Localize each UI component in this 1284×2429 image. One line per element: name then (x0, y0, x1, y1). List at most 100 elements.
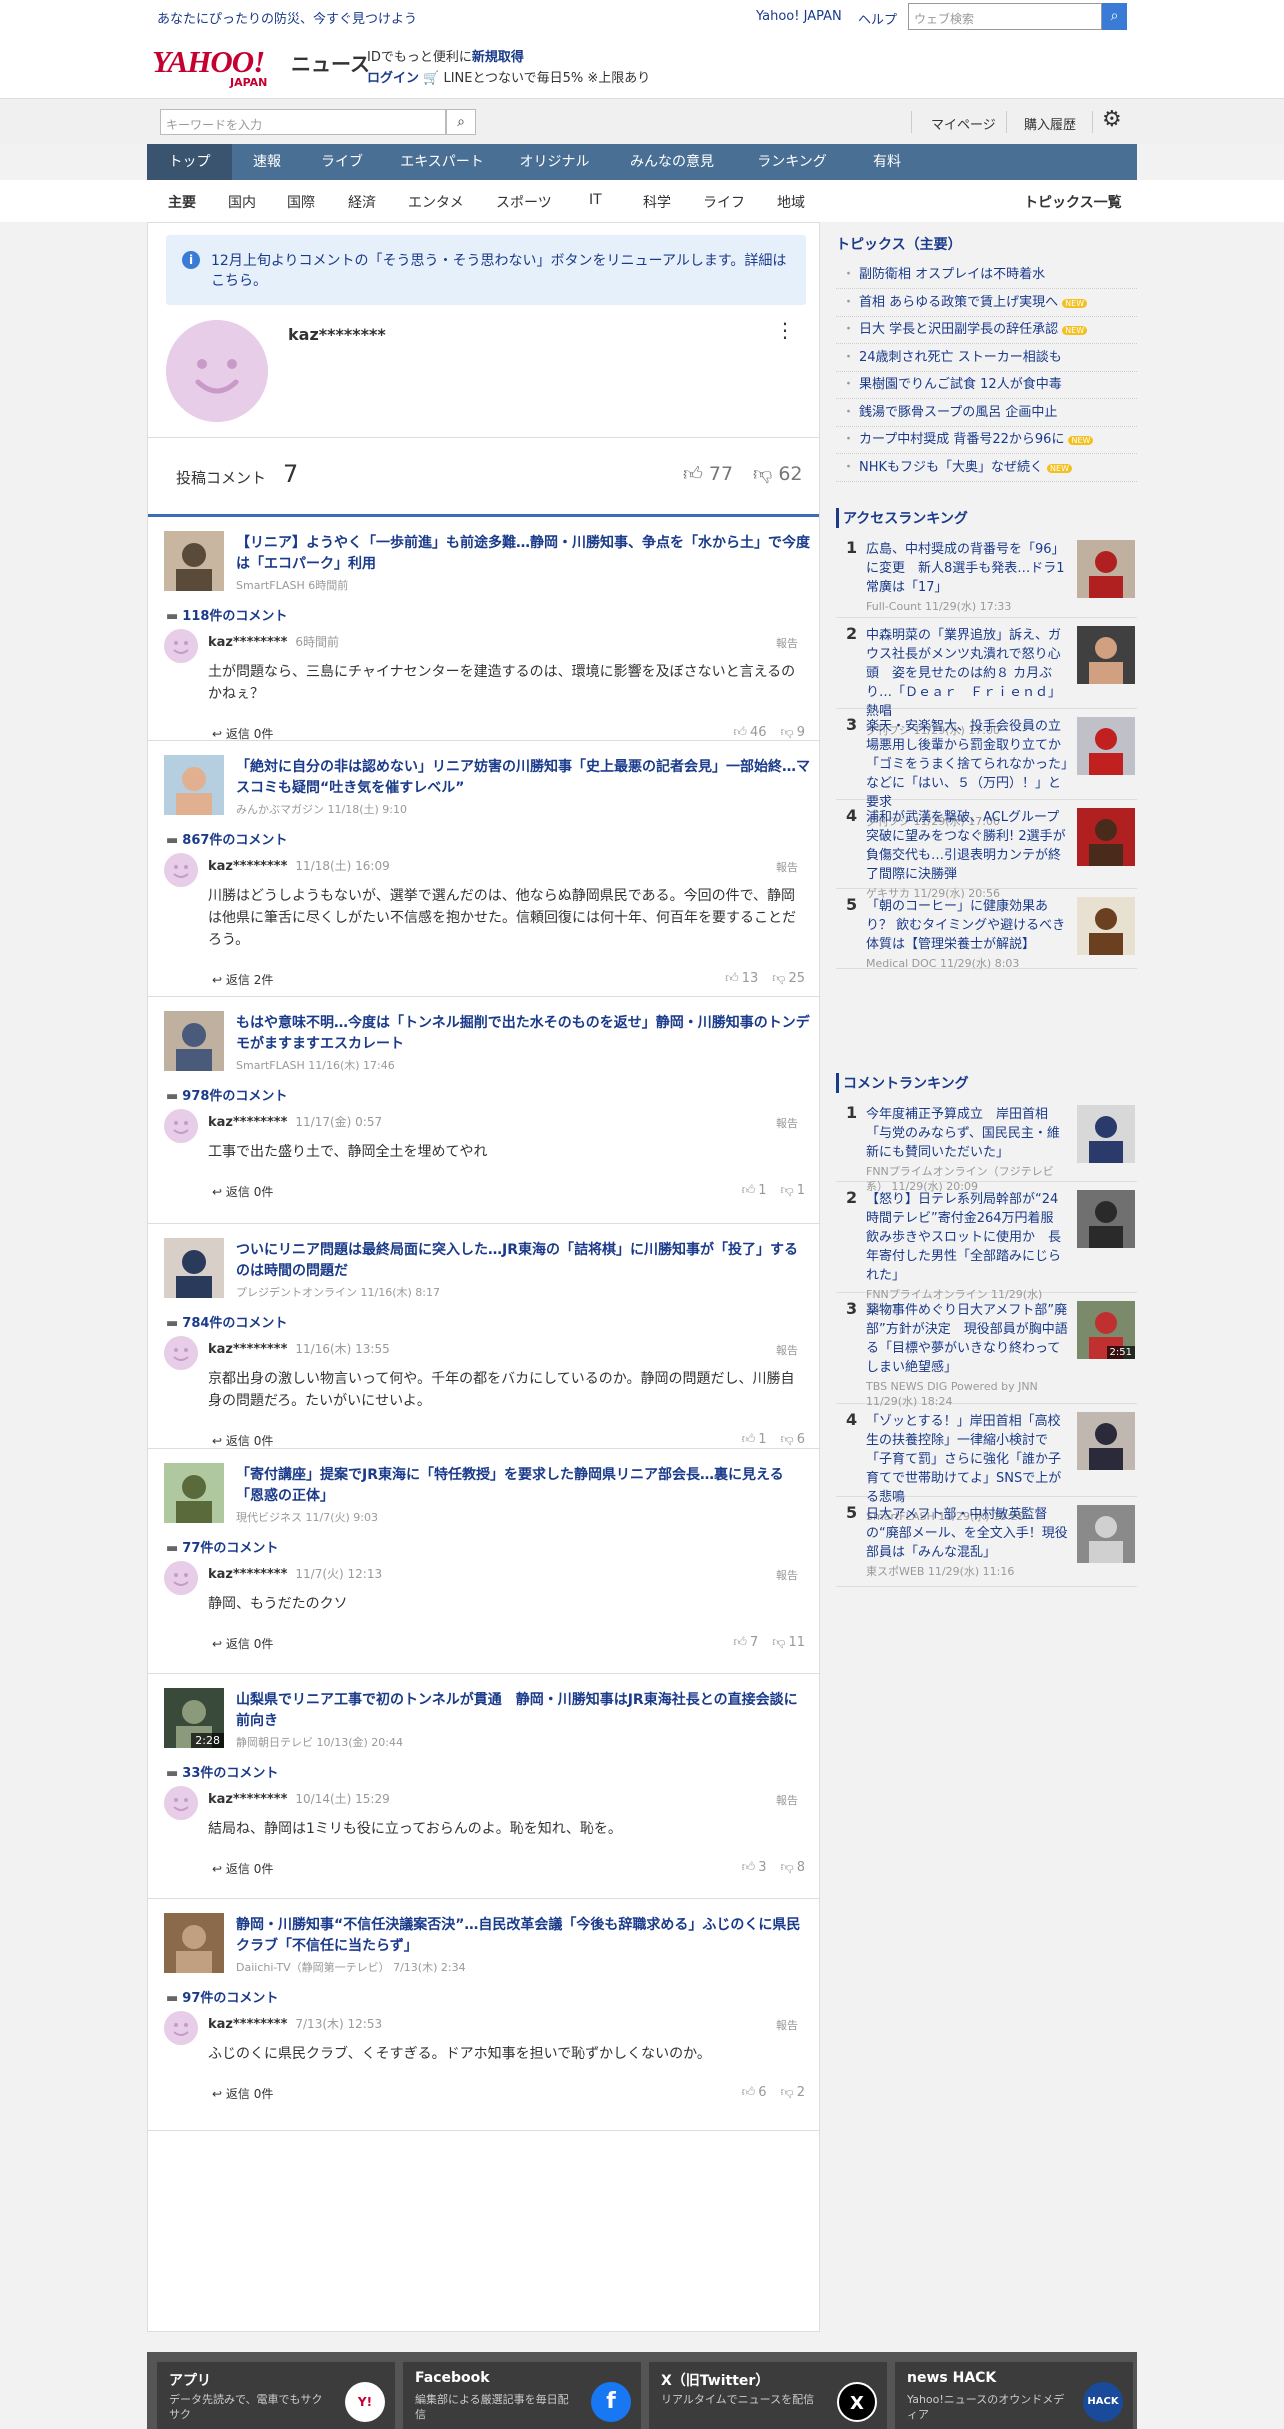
category-science[interactable]: 科学 (643, 192, 671, 212)
topic-item[interactable]: ・副防衛相 オスプレイは不時着水 (836, 262, 1137, 289)
article-thumbnail[interactable] (164, 1011, 224, 1071)
commenter-name[interactable]: kaz******** (208, 859, 287, 874)
news-logo-text[interactable]: ニュース (291, 48, 370, 77)
article-thumbnail[interactable] (164, 1463, 224, 1523)
footer-card-title[interactable]: Facebook (415, 2370, 490, 2386)
report-link[interactable]: 報告 (776, 2017, 798, 2033)
category-domestic[interactable]: 国内 (228, 192, 256, 212)
ranking-item[interactable]: 2 【怒り】日テレ系列局幹部が“24時間テレビ”寄付金264万円着服 飲み歩きやス… (836, 1182, 1137, 1316)
thumbs-up-icon[interactable]: 👍︎ (733, 1635, 747, 1650)
topic-item[interactable]: ・首相 あらゆる政策で賃上げ実現へ NEW (836, 290, 1137, 317)
reply-button[interactable]: ↩ 返信 0件 (212, 1432, 273, 1449)
rank-thumbnail[interactable] (1077, 897, 1135, 955)
ranking-item[interactable]: 2 中森明菜の「業界追放」訴え、ガウス社長がメンツ丸潰れで怒り心頭 姿を見せたのは… (836, 618, 1137, 737)
comment-count-link[interactable]: ▬ 77件のコメント (166, 1537, 278, 1556)
rank-thumbnail[interactable] (1077, 1190, 1135, 1248)
footer-card[interactable]: news HACK Yahoo!ニュースのオウンドメディア HACK (895, 2362, 1133, 2429)
topic-title[interactable]: 果樹園でりんご試食 12人が食中毒 (859, 377, 1062, 392)
comment-count-link[interactable]: ▬ 978件のコメント (166, 1085, 287, 1104)
rank-title-link[interactable]: 浦和が武漢を撃破、ACLグループ突破に望みをつなぐ勝利! 2選手が負傷交代も…引… (866, 808, 1071, 884)
rank-thumbnail[interactable]: 2:51 (1077, 1301, 1135, 1359)
article-thumbnail[interactable] (164, 1913, 224, 1973)
footer-card[interactable]: Facebook 編集部による厳選記事を毎日配信 f (403, 2362, 641, 2429)
commenter-name[interactable]: kaz******** (208, 1567, 287, 1582)
rank-title-link[interactable]: 【怒り】日テレ系列局幹部が“24時間テレビ”寄付金264万円着服 飲み歩きやスロ… (866, 1190, 1071, 1285)
ranking-item[interactable]: 3 薬物事件めぐり日大アメフト部”廃部”方針が決定 現役部員が胸中語る「目標や夢が… (836, 1293, 1137, 1408)
comment-count-link[interactable]: ▬ 867件のコメント (166, 829, 287, 848)
thumbs-down-icon[interactable]: 👎︎ (781, 2085, 794, 2100)
topic-title[interactable]: 首相 あらゆる政策で賃上げ実現へ (859, 295, 1058, 310)
mypage-link[interactable]: マイページ (931, 114, 996, 133)
yahoo-japan-link[interactable]: Yahoo! JAPAN (756, 9, 842, 24)
category-main[interactable]: 主要 (168, 192, 196, 212)
nav-item-opinions[interactable]: みんなの意見 (607, 144, 737, 180)
yahoo-logo[interactable]: YAHOO! (152, 44, 265, 80)
rank-thumbnail[interactable] (1077, 808, 1135, 866)
reply-button[interactable]: ↩ 返信 0件 (212, 1860, 273, 1877)
notice-text[interactable]: 12月上旬よりコメントの「そう思う・そう思わない」ボタンをリニューアルします。詳… (211, 251, 791, 291)
web-search-input[interactable]: ウェブ検索 (908, 3, 1102, 30)
ranking-item[interactable]: 5 「朝のコーヒー」に健康効果あり？ 飲むタイミングや避けるべき体質は【管理栄養士… (836, 889, 1137, 970)
reply-button[interactable]: ↩ 返信 2件 (212, 971, 273, 988)
topic-item[interactable]: ・ NHKもフジも「大奥」なぜ続く NEW (836, 455, 1137, 482)
thumbs-down-icon[interactable]: 👎︎ (781, 1432, 794, 1447)
thumbs-up-icon[interactable]: 👍︎ (742, 2085, 756, 2100)
report-link[interactable]: 報告 (776, 1792, 798, 1808)
promo-tagline-link[interactable]: あなたにぴったりの防災、今すぐ見つけよう (157, 8, 417, 27)
reply-button[interactable]: ↩ 返信 0件 (212, 1635, 273, 1652)
rank-thumbnail[interactable] (1077, 626, 1135, 684)
topic-title[interactable]: カープ中村奨成 背番号22から96に (859, 432, 1064, 447)
ranking-item[interactable]: 1 広島、中村奨成の背番号を「96」に変更 新人8選手も発表…ドラ1常廣は「17」… (836, 532, 1137, 618)
report-link[interactable]: 報告 (776, 1567, 798, 1583)
rank-title-link[interactable]: 中森明菜の「業界追放」訴え、ガウス社長がメンツ丸潰れで怒り心頭 姿を見せたのは約… (866, 626, 1071, 721)
rank-thumbnail[interactable] (1077, 1105, 1135, 1163)
rank-thumbnail[interactable] (1077, 1505, 1135, 1563)
report-link[interactable]: 報告 (776, 1342, 798, 1358)
thumbs-down-icon[interactable]: 👎︎ (781, 1183, 794, 1198)
commenter-name[interactable]: kaz******** (208, 635, 287, 650)
topic-item[interactable]: ・銭湯で豚骨スープの風呂 企画中止 (836, 400, 1137, 427)
rank-title-link[interactable]: 楽天・安楽智大、投手会役員の立場悪用し後輩から罰金取り立てか「ゴミをうまく捨てら… (866, 717, 1071, 812)
ranking-item[interactable]: 4 浦和が武漢を撃破、ACLグループ突破に望みをつなぐ勝利! 2選手が負傷交代も…… (836, 800, 1137, 900)
thumbs-down-icon[interactable]: 👎︎ (772, 1635, 785, 1650)
thumbs-up-icon[interactable]: 👍︎ (742, 1432, 756, 1447)
footer-card[interactable]: X（旧Twitter） リアルタイムでニュースを配信 X (649, 2362, 887, 2429)
footer-card-title[interactable]: X（旧Twitter） (661, 2370, 769, 2390)
rank-thumbnail[interactable] (1077, 1412, 1135, 1470)
article-title-link[interactable]: 山梨県でリニア工事で初のトンネルが貫通 静岡・川勝知事はJR東海社長との直接会談… (236, 1690, 811, 1732)
thumbs-down-icon[interactable]: 👎︎ (781, 725, 794, 740)
article-title-link[interactable]: ついにリニア問題は最終局面に突入した…JR東海の「詰将棋」に川勝知事が「投了」す… (236, 1240, 811, 1282)
nav-item-original[interactable]: オリジナル (502, 144, 607, 180)
topic-item[interactable]: ・日大 学長と沢田副学長の辞任承認 NEW (836, 317, 1137, 344)
article-title-link[interactable]: 静岡・川勝知事“不信任決議案否決”…自民改革会議「今後も辞職求める」ふじのくに県… (236, 1915, 811, 1957)
gear-icon[interactable]: ⚙ (1102, 107, 1122, 132)
line-promo-link[interactable]: LINEとつないで毎日5% ※上限あり (443, 71, 650, 86)
commenter-name[interactable]: kaz******** (208, 1792, 287, 1807)
search-icon[interactable]: ⌕ (1102, 3, 1127, 30)
nav-item-ranking[interactable]: ランキング (737, 144, 847, 180)
thumbs-up-icon[interactable]: 👍︎ (725, 971, 739, 986)
rank-title-link[interactable]: 広島、中村奨成の背番号を「96」に変更 新人8選手も発表…ドラ1常廣は「17」 (866, 540, 1071, 597)
footer-card[interactable]: アプリ データ先読みで、電車でもサクサク Y! (157, 2362, 395, 2429)
topic-title[interactable]: 日大 学長と沢田副学長の辞任承認 (859, 322, 1058, 337)
topic-title[interactable]: NHKもフジも「大奥」なぜ続く (859, 460, 1043, 475)
notice-banner[interactable]: i 12月上旬よりコメントの「そう思う・そう思わない」ボタンをリニューアルします… (166, 235, 806, 305)
ranking-item[interactable]: 3 楽天・安楽智大、投手会役員の立場悪用し後輩から罰金取り立てか「ゴミをうまく捨て… (836, 709, 1137, 828)
topic-title[interactable]: 銭湯で豚骨スープの風呂 企画中止 (859, 405, 1057, 420)
comment-count-link[interactable]: ▬ 784件のコメント (166, 1312, 287, 1331)
article-thumbnail[interactable] (164, 755, 224, 815)
topic-title[interactable]: 副防衛相 オスプレイは不時着水 (859, 267, 1045, 282)
thumbs-up-icon[interactable]: 👍︎ (742, 1860, 756, 1875)
category-it[interactable]: IT (589, 192, 602, 208)
thumbs-up-icon[interactable]: 👍︎ (742, 1183, 756, 1198)
comment-count-link[interactable]: ▬ 33件のコメント (166, 1762, 278, 1781)
nav-item-breaking[interactable]: 速報 (232, 144, 302, 180)
category-international[interactable]: 国際 (287, 192, 315, 212)
category-economy[interactable]: 経済 (348, 192, 376, 212)
topic-title[interactable]: 24歳刺され死亡 ストーカー相談も (859, 350, 1062, 365)
keyword-search-input[interactable]: キーワードを入力 (160, 109, 446, 135)
topic-item[interactable]: ・カープ中村奨成 背番号22から96に NEW (836, 427, 1137, 454)
rank-thumbnail[interactable] (1077, 540, 1135, 598)
commenter-name[interactable]: kaz******** (208, 1115, 287, 1130)
category-sports[interactable]: スポーツ (496, 192, 552, 212)
